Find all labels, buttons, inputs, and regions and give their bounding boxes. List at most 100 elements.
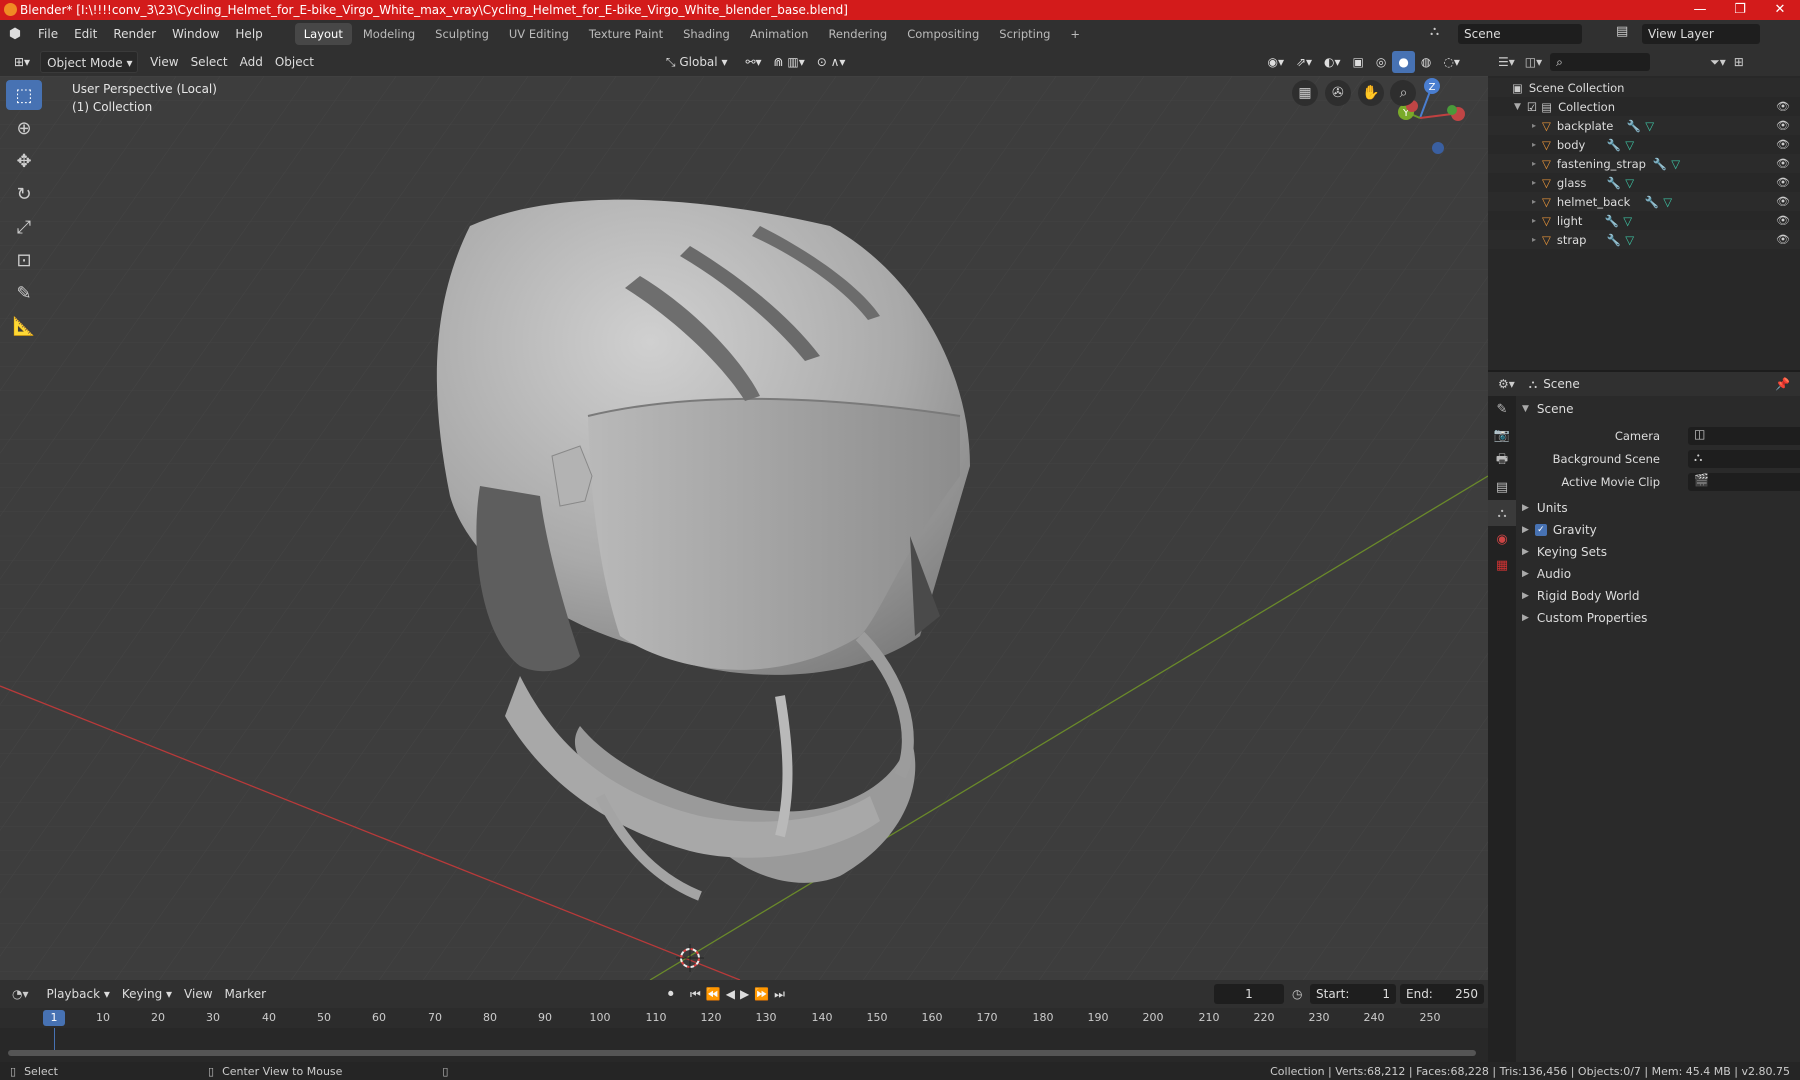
eye-icon[interactable]: 👁 xyxy=(1776,214,1790,227)
select-box-tool-icon[interactable]: ⬚ xyxy=(6,80,42,110)
menu-render[interactable]: Render xyxy=(105,20,164,48)
grid-view-icon[interactable]: ▦ xyxy=(1292,80,1318,106)
measure-tool-icon[interactable]: 📐 xyxy=(6,311,42,341)
overlay-toggle-icon[interactable]: ◐▾ xyxy=(1318,51,1347,73)
new-collection-icon[interactable]: ⊞ xyxy=(1734,55,1744,69)
eye-icon[interactable]: 👁 xyxy=(1776,176,1790,189)
shading-wireframe-icon[interactable]: ◎ xyxy=(1370,51,1392,73)
scene-selector-icon[interactable]: ⛬ xyxy=(1430,24,1439,39)
outliner-object-strap[interactable]: ▸ ▽ strap 🔧 ▽ 👁 xyxy=(1488,230,1800,249)
xray-icon[interactable]: ▣ xyxy=(1347,51,1370,73)
tab-uv-editing[interactable]: UV Editing xyxy=(500,23,578,45)
snap-icon[interactable]: ⋒ ▥▾ xyxy=(768,51,811,73)
output-tab-icon[interactable]: 🖶 xyxy=(1488,448,1516,474)
outliner-object-helmet-back[interactable]: ▸ ▽ helmet_back 🔧 ▽ 👁 xyxy=(1488,192,1800,211)
movie-clip-field[interactable]: 🎬 xyxy=(1688,472,1800,491)
record-button[interactable]: ⏺ xyxy=(668,987,674,1001)
display-mode-icon[interactable]: ◫▾ xyxy=(1525,55,1542,69)
mode-dropdown[interactable]: Object Mode ▾ xyxy=(40,51,139,73)
camera-field[interactable]: ◫✒ xyxy=(1688,426,1800,445)
maximize-button[interactable]: ❐ xyxy=(1720,0,1760,20)
menu-file[interactable]: File xyxy=(30,20,66,48)
close-button[interactable]: ✕ xyxy=(1760,0,1800,20)
view-layer-field[interactable]: View Layer xyxy=(1642,24,1760,44)
tab-texture-paint[interactable]: Texture Paint xyxy=(580,23,672,45)
eye-icon[interactable]: 👁 xyxy=(1776,138,1790,151)
playback-controls[interactable]: ⏮⏪◀▶⏩⏭ xyxy=(690,987,790,1002)
outliner-collection[interactable]: ▼ ☑ ▤ Collection 👁 xyxy=(1488,97,1800,116)
outliner-editor-icon[interactable]: ☰▾ xyxy=(1498,55,1515,69)
audio-panel[interactable]: ▶ Audio xyxy=(1518,563,1800,585)
rotate-tool-icon[interactable]: ↻ xyxy=(6,179,42,209)
menu-select[interactable]: Select xyxy=(185,51,234,73)
move-tool-icon[interactable]: ✥ xyxy=(6,146,42,176)
outliner-object-fastening-strap[interactable]: ▸ ▽ fastening_strap 🔧 ▽ 👁 xyxy=(1488,154,1800,173)
gizmo-neg-z-icon[interactable] xyxy=(1432,142,1444,154)
checkbox-icon[interactable]: ☑ xyxy=(1527,100,1537,114)
eye-icon[interactable]: 👁 xyxy=(1776,119,1790,132)
start-frame-field[interactable]: Start: 1 xyxy=(1310,984,1396,1004)
filter-icon[interactable]: ⏷▾ xyxy=(1710,55,1726,70)
menu-playback[interactable]: Playback ▾ xyxy=(41,983,116,1005)
tab-shading[interactable]: Shading xyxy=(674,23,739,45)
shading-material-icon[interactable]: ◍ xyxy=(1415,51,1437,73)
outliner-scene-collection[interactable]: ▣ Scene Collection xyxy=(1488,78,1800,97)
minimize-button[interactable]: — xyxy=(1680,0,1720,20)
eye-icon[interactable]: 👁 xyxy=(1776,157,1790,170)
timeline-editor-icon[interactable]: ◔▾ xyxy=(12,987,29,1001)
tab-compositing[interactable]: Compositing xyxy=(898,23,988,45)
proportional-edit-icon[interactable]: ⊙ ∧▾ xyxy=(811,51,852,73)
transform-tool-icon[interactable]: ⊡ xyxy=(6,245,42,275)
keying-sets-panel[interactable]: ▶ Keying Sets xyxy=(1518,541,1800,563)
world-tab-icon[interactable]: ◉ xyxy=(1488,526,1516,552)
gravity-panel[interactable]: ▶ ✓ Gravity xyxy=(1518,519,1800,541)
gravity-checkbox[interactable]: ✓ xyxy=(1534,524,1547,536)
tab-rendering[interactable]: Rendering xyxy=(819,23,896,45)
menu-view-timeline[interactable]: View xyxy=(178,983,218,1005)
3d-viewport[interactable]: Z Y xyxy=(0,76,1488,980)
orientation-dropdown[interactable]: ⤡ Global ▾ xyxy=(660,51,734,73)
menu-help[interactable]: Help xyxy=(227,20,270,48)
camera-view-icon[interactable]: ✇ xyxy=(1324,80,1351,106)
outliner-object-glass[interactable]: ▸ ▽ glass 🔧 ▽ 👁 xyxy=(1488,173,1800,192)
shading-rendered-icon[interactable]: ◌▾ xyxy=(1437,51,1466,73)
scene-name-field[interactable]: Scene xyxy=(1458,24,1582,44)
eye-icon[interactable]: 👁 xyxy=(1776,195,1790,208)
tool-tab-icon[interactable]: ✎ xyxy=(1488,396,1516,422)
tab-layout[interactable]: Layout xyxy=(294,23,352,45)
scene-tab-icon[interactable]: ⛬ xyxy=(1488,500,1516,526)
tab-animation[interactable]: Animation xyxy=(741,23,818,45)
expand-icon[interactable]: ▼ xyxy=(1514,102,1521,112)
gizmo-toggle-icon[interactable]: ⇗▾ xyxy=(1290,51,1318,73)
scale-tool-icon[interactable]: ⤢ xyxy=(6,212,42,242)
background-scene-field[interactable]: ⛬ xyxy=(1688,449,1800,468)
rigid-body-world-panel[interactable]: ▶ Rigid Body World xyxy=(1518,585,1800,607)
blender-menu-icon[interactable]: ⬢ xyxy=(0,26,30,42)
properties-editor-icon[interactable]: ⚙▾ xyxy=(1498,377,1515,391)
zoom-icon[interactable]: ⌕ xyxy=(1390,80,1417,106)
pivot-icon[interactable]: ⚯▾ xyxy=(739,51,767,73)
tab-sculpting[interactable]: Sculpting xyxy=(426,23,498,45)
end-frame-field[interactable]: End: 250 xyxy=(1400,984,1484,1004)
menu-edit[interactable]: Edit xyxy=(66,20,105,48)
clock-icon[interactable]: ◷ xyxy=(1292,987,1302,1001)
menu-add[interactable]: Add xyxy=(234,51,269,73)
visibility-icon[interactable]: ◉▾ xyxy=(1261,51,1290,73)
current-frame-field[interactable]: 1 xyxy=(1214,984,1284,1004)
render-tab-icon[interactable]: 📷 xyxy=(1488,422,1516,448)
cursor-tool-icon[interactable]: ⊕ xyxy=(6,113,42,143)
tab-modeling[interactable]: Modeling xyxy=(354,23,424,45)
add-workspace-button[interactable]: + xyxy=(1061,23,1089,45)
view-layer-icon[interactable]: ▤ xyxy=(1616,24,1628,39)
pin-icon[interactable]: 📌 xyxy=(1775,377,1790,391)
pan-hand-icon[interactable]: ✋ xyxy=(1357,80,1384,106)
outliner-search-input[interactable]: ⌕ xyxy=(1550,53,1651,71)
menu-object[interactable]: Object xyxy=(269,51,320,73)
menu-keying[interactable]: Keying ▾ xyxy=(116,983,178,1005)
outliner-object-body[interactable]: ▸ ▽ body 🔧 ▽ 👁 xyxy=(1488,135,1800,154)
units-panel[interactable]: ▶ Units xyxy=(1518,497,1800,519)
custom-properties-panel[interactable]: ▶ Custom Properties xyxy=(1518,607,1800,629)
outliner-object-light[interactable]: ▸ ▽ light 🔧 ▽ 👁 xyxy=(1488,211,1800,230)
gizmo-neg-y-icon[interactable] xyxy=(1447,105,1457,115)
menu-view[interactable]: View xyxy=(144,51,184,73)
